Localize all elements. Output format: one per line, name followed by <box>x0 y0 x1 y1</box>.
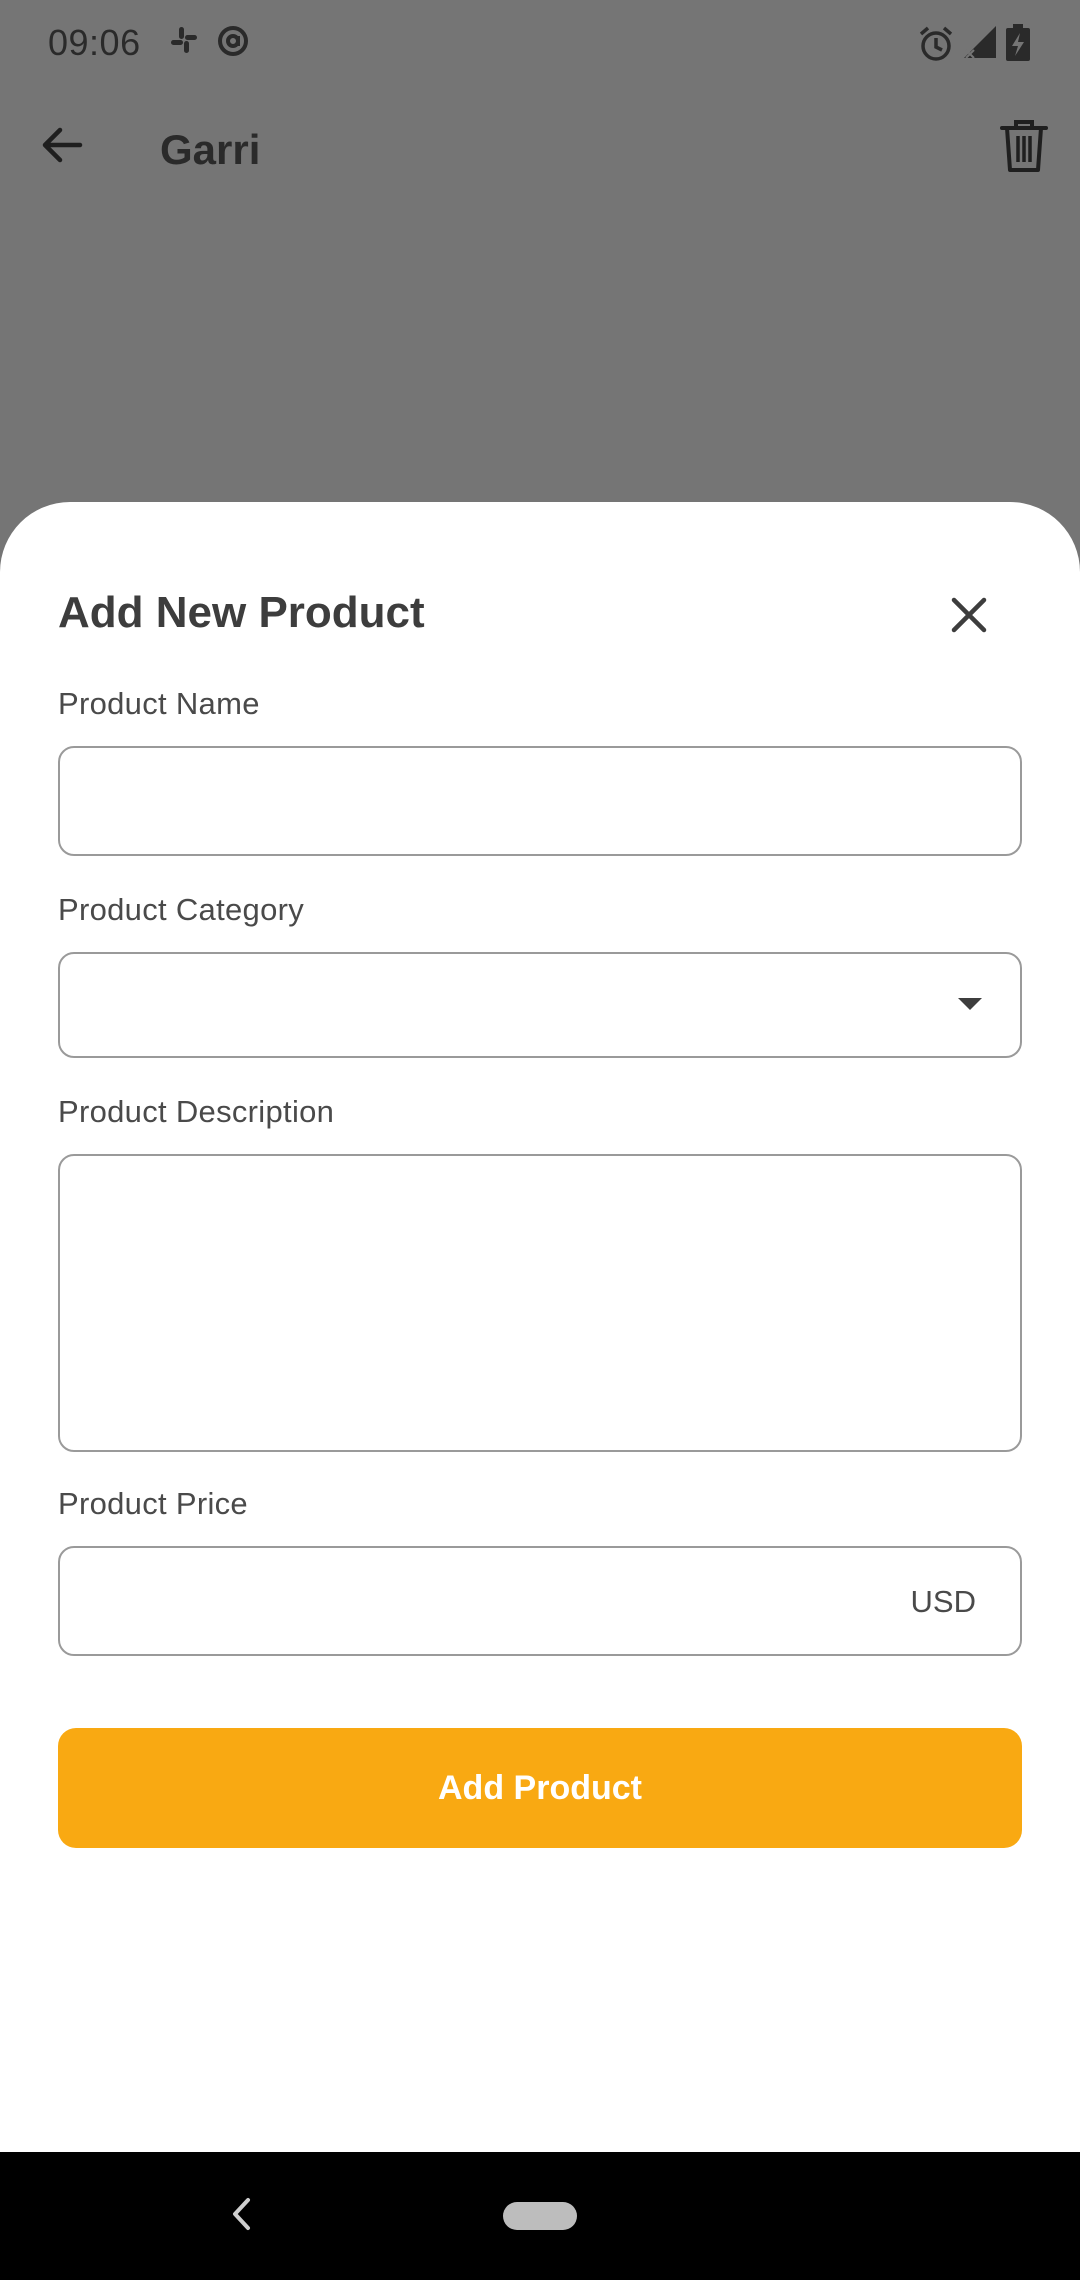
close-icon[interactable] <box>944 590 994 640</box>
dropdown-arrow-icon <box>958 998 982 1010</box>
arrow-left-icon[interactable] <box>38 120 88 170</box>
app-bar: Garri <box>0 90 1080 210</box>
status-time: 09:06 <box>48 22 141 63</box>
product-price-label: Product Price <box>58 1486 248 1521</box>
add-product-sheet: Add New Product Product Name Product Cat… <box>0 502 1080 2152</box>
add-product-button[interactable]: Add Product <box>58 1728 1022 1848</box>
slack-icon <box>168 24 200 61</box>
alarm-icon <box>916 24 956 69</box>
battery-charging-icon <box>1004 24 1032 67</box>
product-name-label: Product Name <box>58 686 260 721</box>
product-category-label: Product Category <box>58 892 305 927</box>
chevron-left-icon[interactable] <box>226 2194 256 2234</box>
sheet-title: Add New Product <box>58 588 425 637</box>
product-name-field[interactable] <box>58 746 1022 856</box>
product-category-dropdown[interactable] <box>58 952 1022 1058</box>
product-name-input[interactable] <box>60 748 1020 854</box>
product-price-field[interactable]: USD <box>58 1546 1022 1656</box>
product-price-input[interactable] <box>60 1548 880 1654</box>
product-description-input[interactable] <box>60 1156 1020 1450</box>
page-title: Garri <box>160 126 261 173</box>
status-bar: 09:06 <box>0 0 1080 90</box>
product-description-field[interactable] <box>58 1154 1022 1452</box>
product-description-label: Product Description <box>58 1094 335 1129</box>
at-sign-icon <box>216 24 250 63</box>
home-pill-icon[interactable] <box>503 2202 577 2230</box>
screen: 09:06 Garri Add New Product Product Name… <box>0 0 1080 2280</box>
navigation-bar <box>0 2152 1080 2280</box>
signal-icon <box>962 24 998 65</box>
trash-icon[interactable] <box>998 118 1050 174</box>
currency-suffix: USD <box>910 1584 976 1619</box>
